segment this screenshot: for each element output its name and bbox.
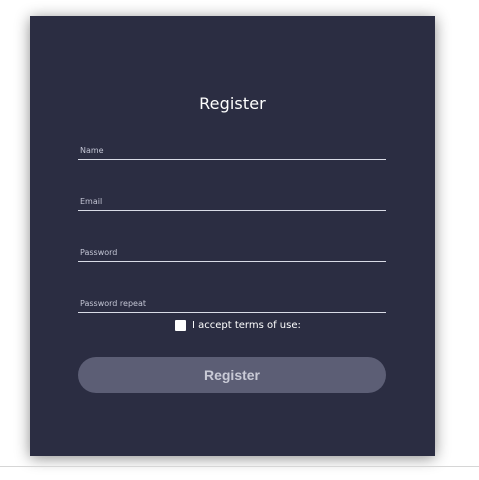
password-input[interactable] [78,242,386,263]
password-field [78,240,386,263]
form-title: Register [199,94,266,113]
register-button[interactable]: Register [78,357,386,393]
name-input[interactable] [78,140,386,161]
divider [0,466,479,467]
email-field [78,189,386,212]
register-card: Register I accept terms of use: Register [30,16,435,456]
terms-checkbox[interactable] [175,319,186,331]
email-input[interactable] [78,191,386,212]
page: Register I accept terms of use: Register [0,0,479,480]
terms-label[interactable]: I accept terms of use: [192,320,301,331]
password-repeat-field [78,291,386,314]
password-repeat-input[interactable] [78,293,386,314]
terms-row: I accept terms of use: [175,318,301,332]
name-field [78,138,386,161]
